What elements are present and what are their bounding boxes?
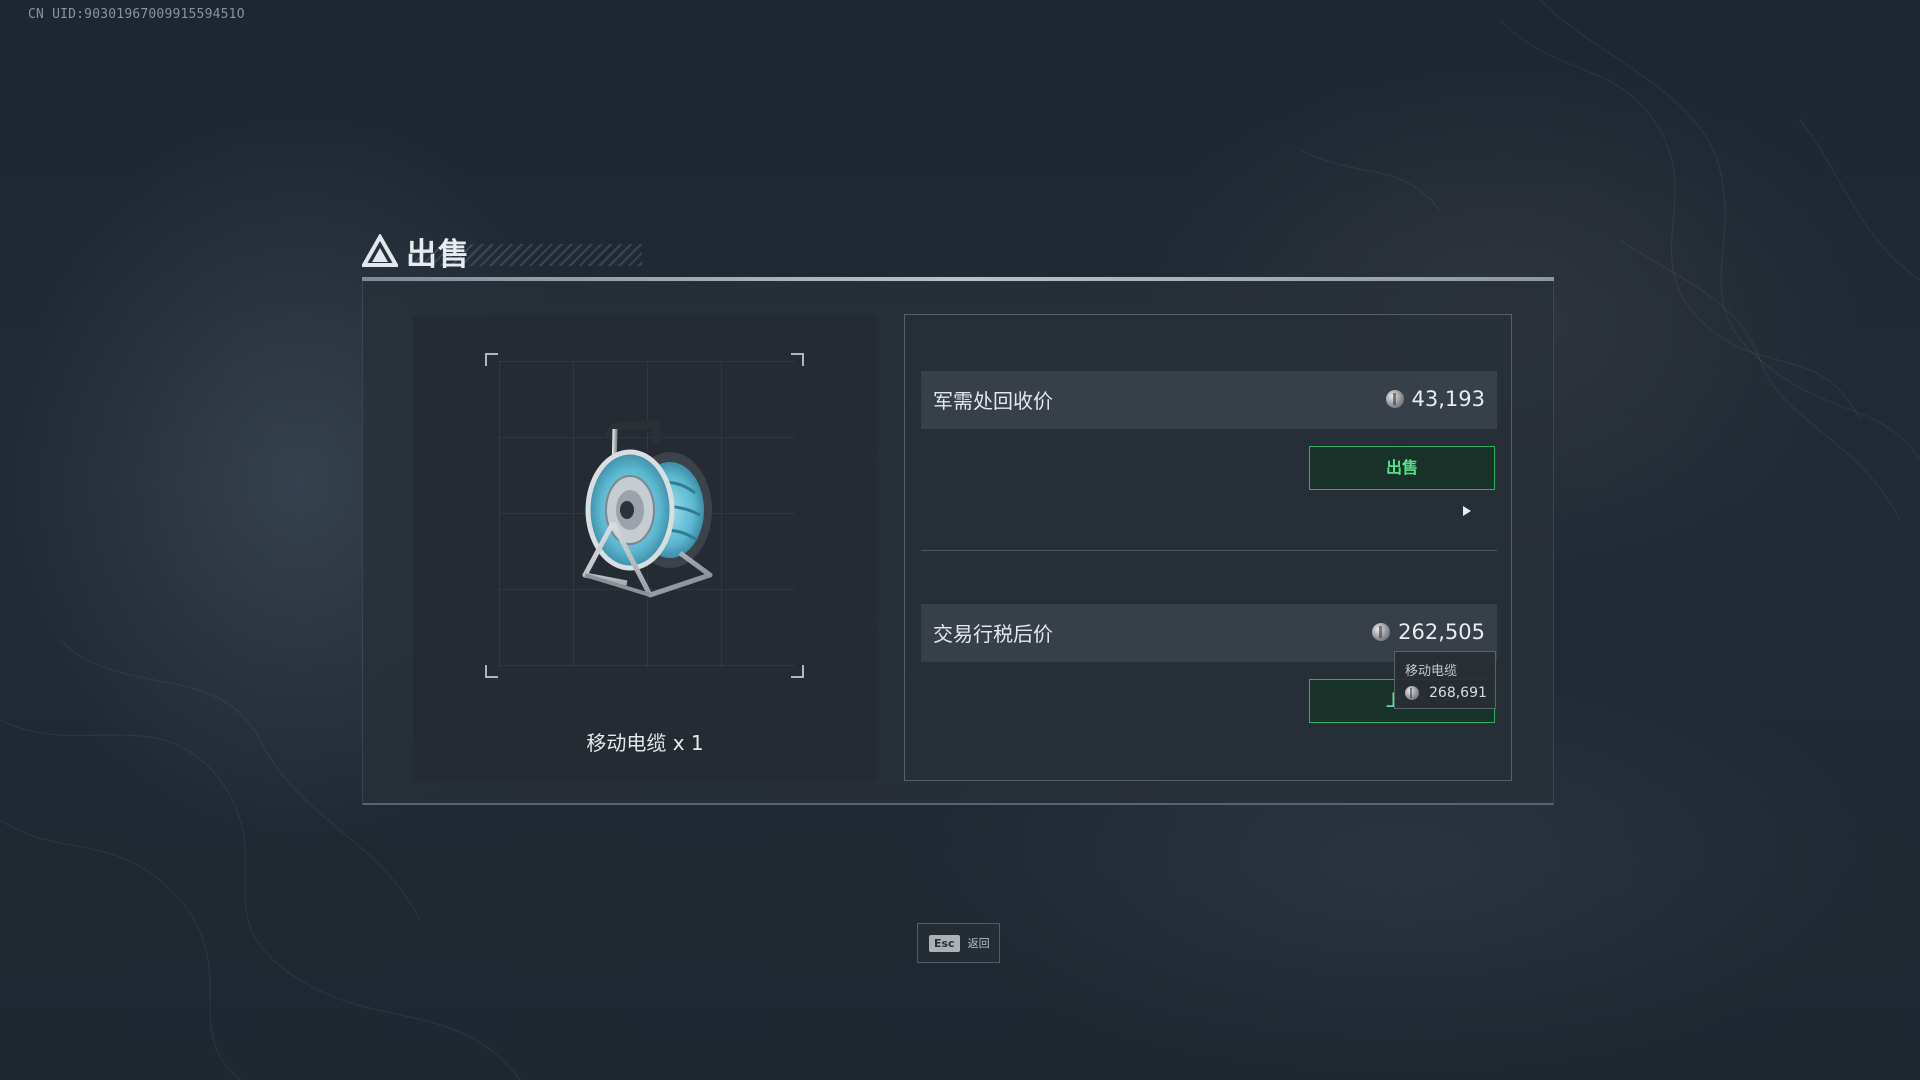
coin-icon xyxy=(1385,390,1404,408)
coin-icon xyxy=(1405,686,1419,700)
back-button[interactable]: Esc 返回 xyxy=(917,923,1000,963)
page-title: 出售 xyxy=(406,236,470,273)
corner-bracket xyxy=(791,665,804,678)
market-price-amount: 262,505 xyxy=(1398,620,1485,644)
corner-bracket xyxy=(485,665,498,678)
section-divider xyxy=(921,550,1497,551)
tooltip-price: 268,691 xyxy=(1405,685,1487,701)
cable-reel-icon xyxy=(582,420,713,598)
item-card: 移动电缆 x 1 xyxy=(413,315,877,781)
mouse-cursor-icon xyxy=(1463,506,1471,516)
back-label: 返回 xyxy=(967,937,990,950)
sell-dialog: 移动电缆 x 1 军需处回收价 43,193 出售 交易行税后价 262,505… xyxy=(362,281,1554,805)
sell-to-merchant-button[interactable]: 出售 xyxy=(1309,446,1495,490)
corner-bracket xyxy=(485,353,498,366)
tooltip-item-name: 移动电缆 xyxy=(1405,664,1458,679)
market-price-label: 交易行税后价 xyxy=(933,622,1053,646)
coin-icon xyxy=(1372,623,1391,641)
esc-key-badge: Esc xyxy=(929,934,960,952)
recycle-price-amount: 43,193 xyxy=(1411,387,1485,411)
recycle-price-label: 军需处回收价 xyxy=(933,389,1053,413)
recycle-price-value: 43,193 xyxy=(1385,387,1485,411)
item-tooltip: 移动电缆 268,691 xyxy=(1394,651,1496,709)
sell-header: 出售 xyxy=(362,228,662,274)
recycle-price-row: 军需处回收价 43,193 xyxy=(921,371,1497,429)
item-name: 移动电缆 x 1 xyxy=(586,731,704,755)
triangle-logo-icon xyxy=(362,234,398,267)
price-panel: 军需处回收价 43,193 出售 交易行税后价 262,505 上 xyxy=(904,314,1512,781)
uid-label: CN UID:9030196700991559451O xyxy=(28,7,245,22)
tooltip-price-amount: 268,691 xyxy=(1429,685,1487,701)
corner-bracket xyxy=(791,353,804,366)
market-price-value: 262,505 xyxy=(1372,620,1485,644)
